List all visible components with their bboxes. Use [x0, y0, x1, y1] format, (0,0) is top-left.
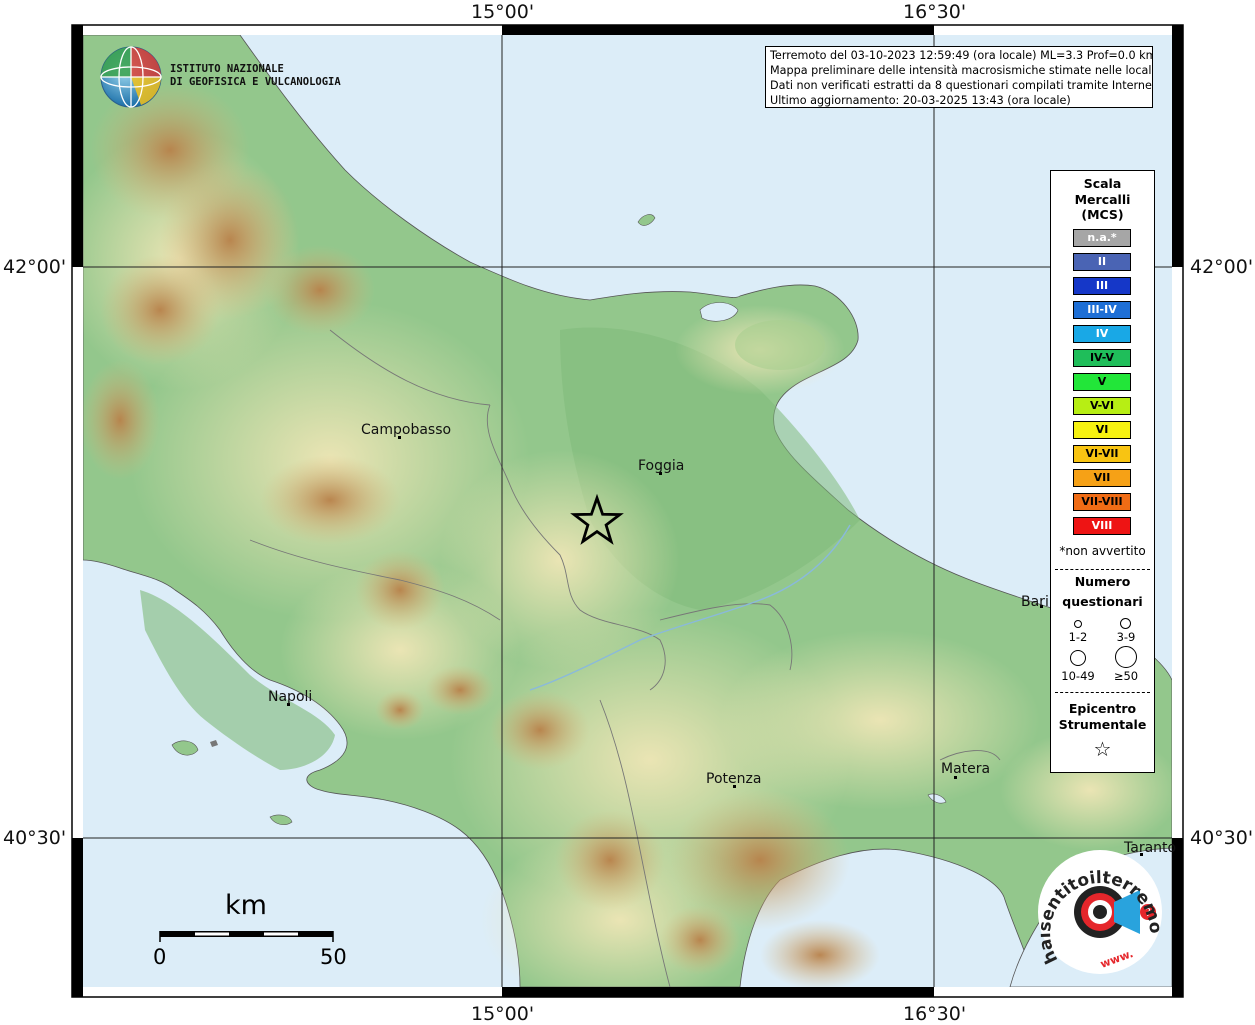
count-circle-medium	[1120, 618, 1131, 629]
lat-label-right-lower: 40°30'	[1190, 827, 1254, 849]
city-label-matera: Matera	[941, 761, 991, 777]
city-label-foggia: Foggia	[638, 458, 685, 474]
intensity-swatch: n.a.*	[1073, 229, 1131, 247]
not-felt-note: *non avvertito	[1059, 544, 1146, 558]
event-info-line3: Dati non verificati estratti da 8 questi…	[770, 79, 1153, 92]
legend-title-line3: (MCS)	[1081, 207, 1124, 222]
ingv-name-line1: ISTITUTO NAZIONALE	[170, 63, 284, 75]
event-info-line2: Mappa preliminare delle intensità macros…	[770, 64, 1153, 77]
count-label-3: 10-49	[1061, 669, 1095, 683]
count-circle-small	[1074, 620, 1082, 628]
hsit-text: haisentitoilterremoto.it	[1034, 845, 1165, 967]
scale-bar-end: 50	[320, 945, 347, 969]
city-label-taranto: Taranto	[1124, 840, 1177, 856]
count-title: Numero questionari	[1051, 574, 1154, 610]
event-info-line4: Ultimo aggiornamento: 20-03-2025 13:43 (…	[770, 94, 1071, 107]
intensity-swatch: II	[1073, 253, 1131, 271]
epicenter-legend-star-icon: ☆	[1093, 737, 1112, 761]
ingv-logo	[100, 46, 162, 108]
scale-bar-start: 0	[153, 945, 167, 969]
epicenter-title-line1: Epicentro	[1068, 701, 1137, 716]
lon-label-bottom-right: 16°30'	[903, 1003, 967, 1025]
lat-label-left-lower: 40°30'	[3, 827, 67, 849]
city-label-bari: Bari	[1021, 594, 1049, 610]
intensity-swatch: III-IV	[1073, 301, 1131, 319]
lon-label-top-right: 16°30'	[903, 1, 967, 23]
lat-label-left-upper: 42°00'	[3, 256, 67, 278]
lat-label-right-upper: 42°00'	[1190, 256, 1254, 278]
count-label-2: 3-9	[1116, 630, 1136, 644]
event-info-line1: Terremoto del 03-10-2023 12:59:49 (ora l…	[770, 49, 1153, 62]
city-label-campobasso: Campobasso	[361, 422, 452, 438]
svg-text:haisentitoilterremoto.it: haisentitoilterremoto.it	[1040, 860, 1160, 967]
epicenter-title: Epicentro Strumentale	[1051, 701, 1154, 733]
intensity-swatch: V-VI	[1073, 397, 1131, 415]
hsit-logo-text: haisentitoilterremoto.it www.	[1034, 845, 1165, 975]
legend-separator	[1055, 569, 1150, 570]
count-title-line2: questionari	[1062, 594, 1143, 609]
hsit-text-svg: haisentitoilterremoto.it www.	[1034, 845, 1165, 971]
legend-title: Scala Mercalli (MCS)	[1051, 176, 1154, 223]
city-label-potenza: Potenza	[706, 771, 762, 787]
count-label-4: ≥50	[1113, 669, 1139, 683]
event-info-box: Terremoto del 03-10-2023 12:59:49 (ora l…	[765, 46, 1153, 108]
epicenter-title-line2: Strumentale	[1058, 717, 1147, 732]
intensity-swatch: IV-V	[1073, 349, 1131, 367]
hsit-url: www.	[1099, 947, 1135, 971]
legend-separator-2	[1055, 692, 1150, 693]
city-label-napoli: Napoli	[268, 689, 313, 705]
legend-title-line1: Scala	[1083, 176, 1122, 191]
intensity-swatch: VIII	[1073, 517, 1131, 535]
count-title-line1: Numero	[1074, 574, 1131, 589]
lon-label-bottom-left: 15°00'	[471, 1003, 535, 1025]
intensity-swatch: IV	[1073, 325, 1131, 343]
intensity-swatch: VI	[1073, 421, 1131, 439]
ingv-name-line2: DI GEOFISICA E VULCANOLOGIA	[170, 76, 341, 88]
count-circle-xlarge	[1115, 646, 1137, 668]
count-circle-large	[1070, 650, 1086, 666]
intensity-swatch: III	[1073, 277, 1131, 295]
intensity-swatch: VII	[1073, 469, 1131, 487]
legend-title-line2: Mercalli	[1074, 191, 1131, 207]
ingv-name: ISTITUTO NAZIONALE DI GEOFISICA E VULCAN…	[170, 63, 341, 89]
intensity-swatch: V	[1073, 373, 1131, 391]
legend-panel: Scala Mercalli (MCS) n.a.* II III III-IV IV I…	[1050, 170, 1155, 773]
count-label-1: 1-2	[1068, 630, 1088, 644]
intensity-swatch: VI-VII	[1073, 445, 1131, 463]
intensity-swatch: VII-VIII	[1073, 493, 1131, 511]
scale-bar-unit: km	[225, 890, 267, 921]
lon-label-top-left: 15°00'	[471, 1, 535, 23]
